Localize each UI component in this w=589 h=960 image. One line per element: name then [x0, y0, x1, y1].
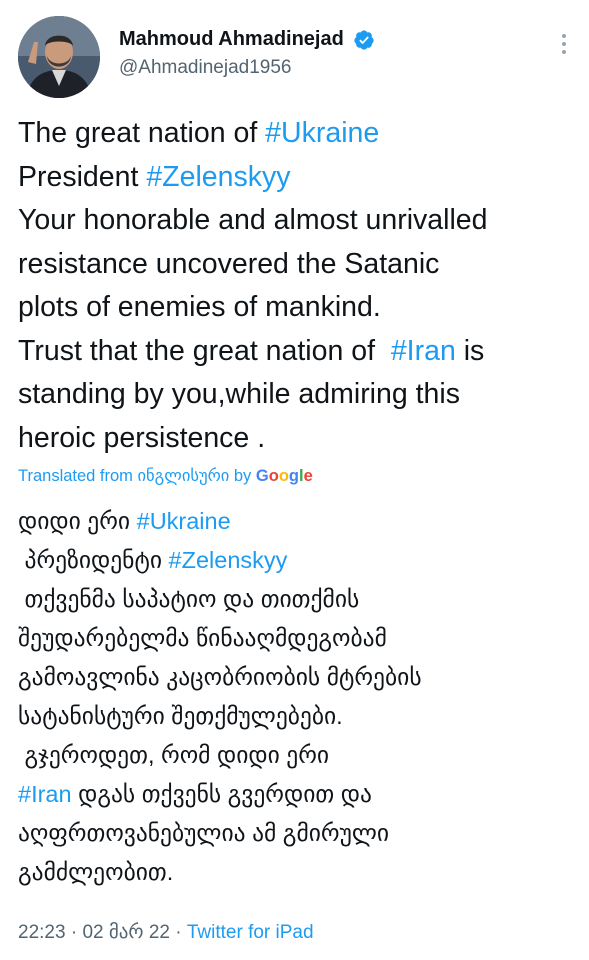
translated-line: შეუდარებელმა წინააღმდეგობამ [18, 625, 387, 651]
hashtag-link[interactable]: #Iran [18, 781, 72, 807]
tweet-header: Mahmoud Ahmadinejad @Ahmadinejad1956 [16, 14, 576, 104]
text-segment: The great nation of [18, 117, 266, 149]
google-logo: Google [256, 467, 313, 485]
tweet-text: The great nation of #Ukraine President #… [18, 112, 578, 460]
translated-line: გამძლეობით. [18, 859, 174, 885]
text-segment: პრეზიდენტი [18, 547, 169, 573]
tweet-text-line: The great nation of #Ukraine [18, 112, 578, 156]
google-letter: o [268, 467, 279, 485]
tweet-meta: 22:23 · 02 მარ 22 · Twitter for iPad [18, 921, 314, 944]
text-segment: is [455, 334, 485, 367]
tweet-text-line: Your honorable and almost unrivalled [18, 204, 488, 236]
google-letter: e [303, 467, 313, 485]
translated-line: გამოავლინა კაცობრიობის მტრების [18, 664, 422, 690]
translated-line: სატანისტური შეთქმულებები. [18, 703, 343, 729]
author-display-name[interactable]: Mahmoud Ahmadinejad [119, 28, 344, 51]
google-letter: G [255, 467, 269, 485]
tweet-time[interactable]: 22:23 [18, 922, 66, 943]
avatar[interactable] [18, 16, 100, 98]
text-segment: დგას თქვენს გვერდით და [71, 781, 372, 807]
more-options-icon[interactable] [554, 30, 574, 66]
hashtag-link[interactable]: #Zelenskyy [146, 161, 290, 193]
author-handle[interactable]: @Ahmadinejad1956 [119, 57, 375, 79]
translated-line: #Iran დგას თქვენს გვერდით და [18, 775, 578, 814]
translated-line: გჯეროდეთ, რომ დიდი ერი [18, 742, 330, 768]
tweet-text-line: standing by you,while admiring this [18, 378, 460, 410]
google-letter: o [278, 467, 289, 485]
separator-dot: · [169, 922, 187, 943]
hashtag-link[interactable]: #Iran [391, 335, 456, 367]
text-segment: President [18, 160, 147, 193]
translated-line: აღფრთოვანებულია ამ გმირული [18, 820, 390, 846]
translated-prefix: Translated from ინგლისური by [18, 467, 256, 485]
text-segment: Trust that the great nation of [18, 334, 391, 367]
translated-line: პრეზიდენტი #Zelenskyy [18, 541, 578, 580]
tweet-source-link[interactable]: Twitter for iPad [187, 922, 314, 943]
google-letter: g [288, 467, 299, 485]
translated-line: დიდი ერი #Ukraine [18, 502, 578, 541]
separator-dot: · [65, 922, 83, 943]
avatar-photo [18, 16, 100, 98]
tweet-text-line: Trust that the great nation of #Iran is [18, 330, 578, 374]
translated-text: დიდი ერი #Ukraine პრეზიდენტი #Zelenskyy … [18, 502, 578, 892]
author-block: Mahmoud Ahmadinejad @Ahmadinejad1956 [119, 28, 375, 79]
tweet-text-line: resistance uncovered the Satanic [18, 247, 440, 280]
hashtag-link[interactable]: #Zelenskyy [169, 547, 288, 573]
translated-line: თქვენმა საპატიო და თითქმის [18, 586, 360, 612]
tweet-text-line: heroic persistence . [18, 421, 266, 454]
text-segment: დიდი ერი [18, 508, 137, 534]
tweet-text-line: President #Zelenskyy [18, 156, 578, 200]
tweet-date[interactable]: 02 მარ 22 [82, 922, 170, 943]
hashtag-link[interactable]: #Ukraine [265, 117, 379, 149]
verified-badge-icon [354, 29, 374, 50]
translated-from-label[interactable]: Translated from ინგლისური by Google [18, 466, 313, 486]
tweet-text-line: plots of enemies of mankind. [18, 291, 381, 323]
hashtag-link[interactable]: #Ukraine [137, 508, 231, 534]
